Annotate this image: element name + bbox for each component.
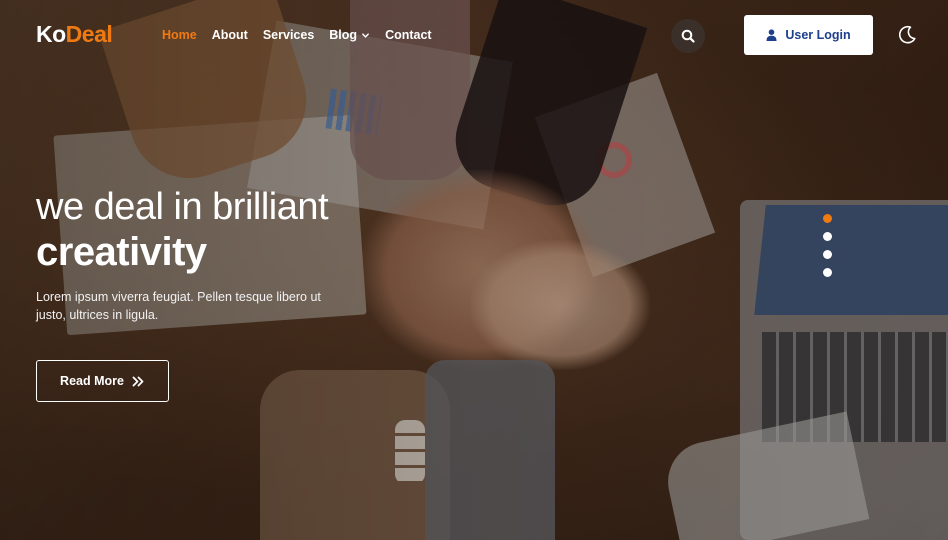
user-icon (766, 29, 777, 41)
nav-blog[interactable]: Blog (329, 28, 370, 42)
logo-text-deal: Deal (65, 21, 113, 47)
search-button[interactable] (671, 19, 705, 53)
hero-title-line1: we deal in brilliant (36, 186, 329, 228)
nav-services[interactable]: Services (263, 28, 314, 42)
slider-dot-1[interactable] (823, 214, 832, 223)
hero-description: Lorem ipsum viverra feugiat. Pellen tesq… (36, 290, 321, 322)
hero-section: KoDeal Home About Services Blog Contact … (0, 0, 948, 540)
nav-about-label: About (211, 28, 248, 42)
slider-dot-3[interactable] (823, 250, 832, 259)
double-chevron-right-icon (132, 376, 144, 386)
nav-about[interactable]: About (212, 28, 248, 42)
user-login-label: User Login (785, 28, 851, 42)
slider-pagination (823, 214, 832, 277)
chevron-down-icon (362, 32, 369, 38)
navbar: KoDeal Home About Services Blog Contact … (0, 0, 948, 70)
read-more-label: Read More (60, 374, 124, 388)
nav-home[interactable]: Home (162, 28, 197, 42)
slider-dot-2[interactable] (823, 232, 832, 241)
moon-icon (898, 25, 916, 44)
slider-dot-4[interactable] (823, 268, 832, 277)
logo[interactable]: KoDeal (36, 21, 113, 48)
user-login-button[interactable]: User Login (744, 15, 873, 55)
hero-title-line2: creativity (36, 230, 207, 274)
main-menu: Home About Services Blog Contact (162, 28, 432, 42)
nav-home-label: Home (162, 28, 197, 42)
nav-services-label: Services (262, 28, 315, 42)
read-more-button[interactable]: Read More (36, 360, 169, 402)
logo-text-ko: Ko (36, 21, 66, 47)
nav-blog-label: Blog (329, 28, 358, 42)
search-icon (681, 29, 695, 43)
nav-contact[interactable]: Contact (385, 28, 432, 42)
theme-toggle-button[interactable] (896, 24, 918, 46)
nav-contact-label: Contact (385, 28, 432, 42)
